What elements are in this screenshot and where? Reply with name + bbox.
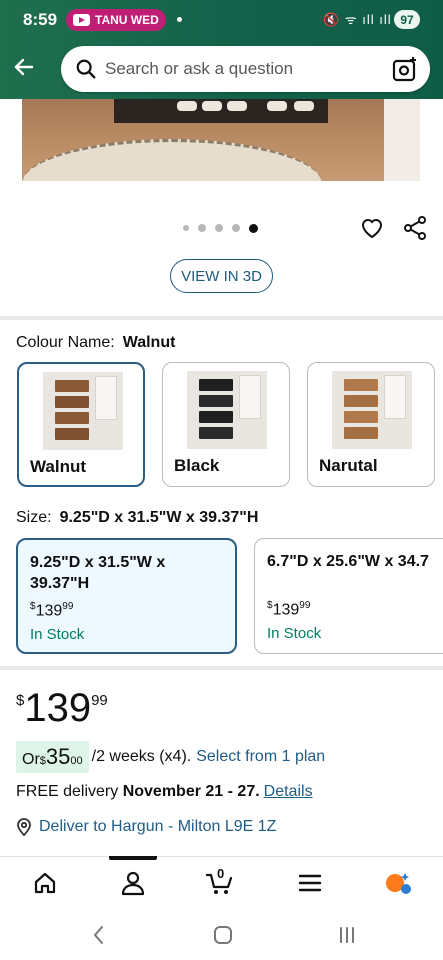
narutal-thumbnail [332,371,412,449]
size-dimensions: 6.7"D x 25.6"W x 34.7 [267,553,429,570]
delivery-info: FREE delivery November 21 - 27. Details [16,783,313,800]
colour-option-label: Black [174,456,220,475]
size-label: Size: [16,509,52,526]
status-bar: 8:59 TANU WED 🔇 ᯤ ıll ıll 97 [0,0,443,40]
search-input[interactable] [105,55,385,83]
size-price: $13999 [30,601,74,620]
notification-dot [177,17,182,22]
colour-option-black[interactable]: Black [162,362,290,487]
black-thumbnail [187,371,267,449]
size-price: $13999 [267,600,311,619]
back-arrow-icon[interactable] [12,55,36,79]
deliver-to-location[interactable]: Deliver to Hargun - Milton L9E 1Z [16,818,276,836]
search-icon [76,59,96,79]
share-icon[interactable] [402,215,428,241]
size-option-2[interactable]: 6.7"D x 25.6"W x 34.7 $13999 In Stock [254,538,443,654]
installment-terms: /2 weeks (x4). [91,748,192,765]
installment-offer: Or $35 00 /2 weeks (x4). Select from 1 pl… [16,741,325,773]
android-home-icon[interactable] [212,924,234,946]
android-back-icon[interactable] [88,924,110,946]
account-person-icon[interactable] [119,869,147,897]
carousel-dot[interactable] [215,224,223,232]
image-carousel-dots[interactable] [183,224,258,233]
cart-count-badge: 0 [217,866,225,881]
colour-option-label: Walnut [30,457,87,476]
product-price: $13999 [16,686,108,730]
delivery-details-link[interactable]: Details [264,783,313,800]
menu-icon[interactable] [296,869,324,897]
home-icon[interactable] [31,869,59,897]
status-time: 8:59 [23,10,58,29]
notification-label: TANU WED [95,13,159,27]
section-divider [0,666,443,670]
battery-indicator: 97 [394,10,420,29]
carousel-dot[interactable] [232,224,240,232]
android-recents-icon[interactable] [336,924,358,946]
stock-status: In Stock [267,625,322,642]
section-divider [0,316,443,320]
delivery-dates: November 21 - 27. [122,783,260,800]
youtube-notification-chip: TANU WED [66,9,166,31]
size-row: Size: 9.25"D x 31.5"W x 39.37"H [16,509,258,527]
location-pin-icon [17,818,31,836]
rufus-assistant-icon[interactable] [384,869,412,897]
youtube-icon [73,14,90,26]
size-option-1[interactable]: 9.25"D x 31.5"W x 39.37"H $13999 In Stoc… [16,538,237,654]
active-tab-indicator [109,856,157,860]
wishlist-heart-icon[interactable] [359,215,385,241]
app-header: 8:59 TANU WED 🔇 ᯤ ıll ıll 97 [0,0,443,99]
installment-amount-pill: Or $35 00 [16,741,89,773]
camera-lens-icon[interactable] [392,56,418,82]
search-bar[interactable] [61,46,430,92]
carousel-dot[interactable] [183,225,189,231]
colour-option-walnut[interactable]: Walnut [17,362,145,487]
android-navigation-bar [0,910,443,960]
bottom-navigation [0,856,443,910]
select-plan-link[interactable]: Select from 1 plan [196,748,325,766]
view-in-3d-button[interactable]: VIEW IN 3D [170,259,273,293]
colour-label: Colour Name: [16,334,115,351]
stock-status: In Stock [30,626,85,643]
carousel-dot[interactable] [198,224,206,232]
colour-selected-value: Walnut [122,334,176,351]
system-status-icons: 🔇 ᯤ ıll ıll [323,12,392,27]
size-selected-value: 9.25"D x 31.5"W x 39.37"H [59,509,259,526]
colour-option-narutal[interactable]: Narutal [307,362,435,487]
colour-name-row: Colour Name: Walnut [16,334,175,352]
size-dimensions: 9.25"D x 31.5"W x 39.37"H [30,554,166,592]
colour-option-label: Narutal [319,456,378,475]
walnut-thumbnail [43,372,123,450]
product-image[interactable] [22,99,420,181]
carousel-dot-active[interactable] [249,224,258,233]
